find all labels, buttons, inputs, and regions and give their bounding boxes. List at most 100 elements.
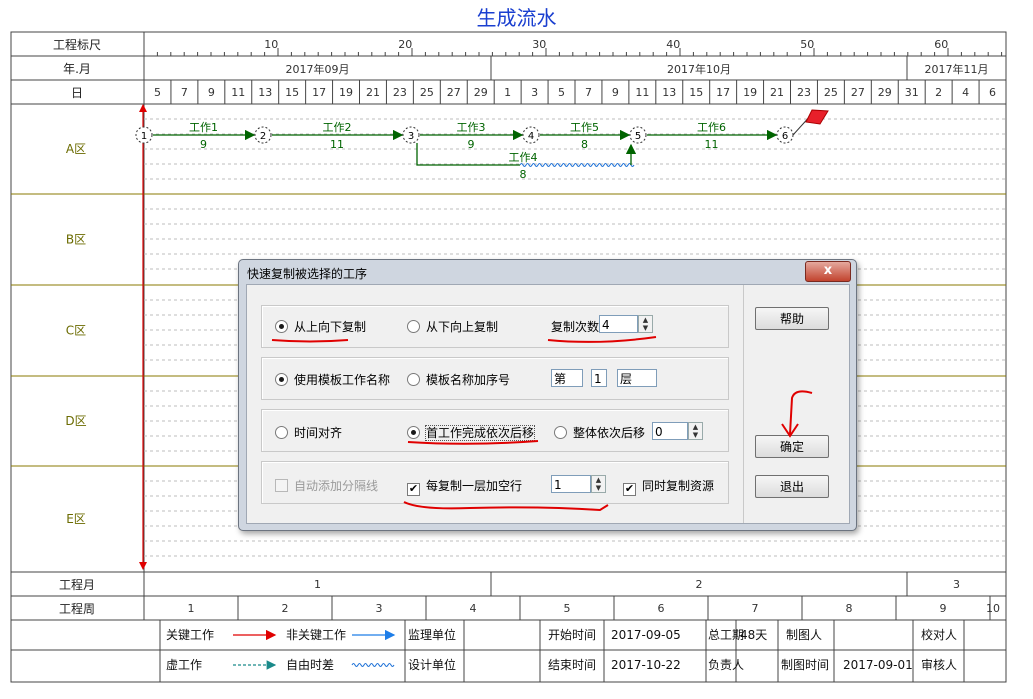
radio-time-align-label: 时间对齐 <box>294 426 343 440</box>
copy-count-label: 复制次数 <box>551 320 600 334</box>
scale-tick-label: 50 <box>800 38 814 51</box>
task-duration: 9 <box>200 138 207 151</box>
legend-free-float-wave <box>351 663 395 667</box>
checkbox-unchecked-icon <box>275 479 288 492</box>
radio-off-icon <box>407 320 420 333</box>
project-week-value: 2 <box>282 602 289 615</box>
checkbox-copy-resource-label: 同时复制资源 <box>642 479 715 493</box>
task-name: 工作4 <box>509 151 538 164</box>
day-label: 11 <box>231 86 245 99</box>
day-label: 2 <box>935 86 942 99</box>
day-label: 29 <box>474 86 488 99</box>
dialog-body: 从上向下复制 从下向上复制 复制次数 4 ▲ ▼ 使用模板工作名称 模板名称加序号… <box>246 284 850 524</box>
reviewer-label: 审核人 <box>921 657 957 672</box>
zone-label: A区 <box>66 142 86 156</box>
day-label: 25 <box>824 86 838 99</box>
day-label: 5 <box>558 86 565 99</box>
close-button[interactable]: x <box>805 261 851 282</box>
day-label: 17 <box>716 86 730 99</box>
project-week-value: 6 <box>658 602 665 615</box>
prefix-input[interactable]: 第 <box>551 369 583 387</box>
zone-label: D区 <box>65 414 86 428</box>
radio-off-icon <box>554 426 567 439</box>
total-duration-label: 总工期 <box>708 628 744 642</box>
radio-first-finish-label: 首工作完成依次后移 <box>424 425 536 441</box>
checkbox-copy-resource[interactable]: ✔ 同时复制资源 <box>623 477 714 496</box>
exit-button[interactable]: 退出 <box>755 475 829 498</box>
blank-row-spinner[interactable]: ▲ ▼ <box>591 475 606 493</box>
radio-first-finish[interactable]: 首工作完成依次后移 <box>407 424 536 441</box>
day-label: 27 <box>851 86 865 99</box>
checkbox-blank-row[interactable]: ✔ 每复制一层加空行 <box>407 477 522 496</box>
radio-use-template-name[interactable]: 使用模板工作名称 <box>275 371 390 388</box>
day-label: 7 <box>585 86 592 99</box>
copy-count-input[interactable]: 4 <box>599 315 638 333</box>
total-duration-value: 48天 <box>740 628 767 642</box>
ok-button[interactable]: 确定 <box>755 435 829 458</box>
day-label: 23 <box>797 86 811 99</box>
task-duration: 8 <box>581 138 588 151</box>
node-number: 1 <box>141 131 147 142</box>
blank-row-input[interactable]: 1 <box>551 475 591 493</box>
project-week-value: 8 <box>846 602 853 615</box>
day-label: 21 <box>366 86 380 99</box>
radio-overall-shift-label: 整体依次后移 <box>573 426 646 440</box>
seq-input[interactable]: 1 <box>591 369 607 387</box>
radio-on-icon <box>275 320 288 333</box>
scale-tick-label: 30 <box>532 38 546 51</box>
help-button[interactable]: 帮助 <box>755 307 829 330</box>
node-number: 6 <box>782 131 788 142</box>
end-time-value: 2017-10-22 <box>611 658 681 672</box>
start-time-label: 开始时间 <box>548 628 596 642</box>
task-duration: 8 <box>520 168 527 181</box>
radio-overall-shift[interactable]: 整体依次后移 <box>554 424 645 441</box>
radio-on-icon <box>275 373 288 386</box>
start-time-value: 2017-09-05 <box>611 628 681 642</box>
checkbox-auto-divider-label: 自动添加分隔线 <box>294 479 379 493</box>
project-month-value: 1 <box>314 578 321 591</box>
task-name: 工作2 <box>323 121 352 134</box>
radio-bottom-up[interactable]: 从下向上复制 <box>407 318 498 335</box>
scale-tick-label: 20 <box>398 38 412 51</box>
radio-time-align[interactable]: 时间对齐 <box>275 424 342 441</box>
radio-on-icon <box>407 426 420 439</box>
day-label: 6 <box>989 86 996 99</box>
suffix-input[interactable]: 层 <box>617 369 657 387</box>
dialog-title: 快速复制被选择的工序 <box>247 267 368 281</box>
week-total-label: 工程周 <box>59 601 95 616</box>
finish-flag-icon <box>805 109 829 125</box>
scale-tick-label: 10 <box>264 38 278 51</box>
shift-spinner[interactable]: ▲ ▼ <box>688 422 703 440</box>
project-month-value: 2 <box>696 578 703 591</box>
month-label: 2017年10月 <box>667 62 731 76</box>
checker-label: 校对人 <box>921 627 957 642</box>
day-label: 25 <box>420 86 434 99</box>
task-name: 工作5 <box>570 121 599 134</box>
legend-noncritical-label: 非关键工作 <box>286 628 346 642</box>
radio-off-icon <box>407 373 420 386</box>
task-name: 工作3 <box>457 121 486 134</box>
task-duration: 11 <box>705 138 719 151</box>
radio-top-down[interactable]: 从上向下复制 <box>275 318 366 335</box>
dialog-separator <box>743 285 744 523</box>
day-label: 15 <box>689 86 703 99</box>
copy-count-spinner[interactable]: ▲ ▼ <box>638 315 653 333</box>
shift-input[interactable]: 0 <box>652 422 688 440</box>
radio-bottom-up-label: 从下向上复制 <box>426 320 499 334</box>
scale-tick-label: 60 <box>934 38 948 51</box>
zone-label: C区 <box>66 324 86 338</box>
project-week-value: 5 <box>564 602 571 615</box>
checkbox-checked-icon: ✔ <box>623 482 636 496</box>
checkbox-auto-divider[interactable]: 自动添加分隔线 <box>275 477 378 494</box>
day-label: 7 <box>181 86 188 99</box>
radio-template-seq[interactable]: 模板名称加序号 <box>407 371 510 388</box>
drawer-label: 制图人 <box>786 628 822 642</box>
scale-row-label: 工程标尺 <box>53 37 101 52</box>
day-label: 1 <box>504 86 511 99</box>
task-duration: 9 <box>468 138 475 151</box>
node-number: 5 <box>635 131 641 142</box>
day-label: 27 <box>447 86 461 99</box>
scale-tick-label: 40 <box>666 38 680 51</box>
draw-time-label: 制图时间 <box>781 658 829 672</box>
day-label: 15 <box>285 86 299 99</box>
